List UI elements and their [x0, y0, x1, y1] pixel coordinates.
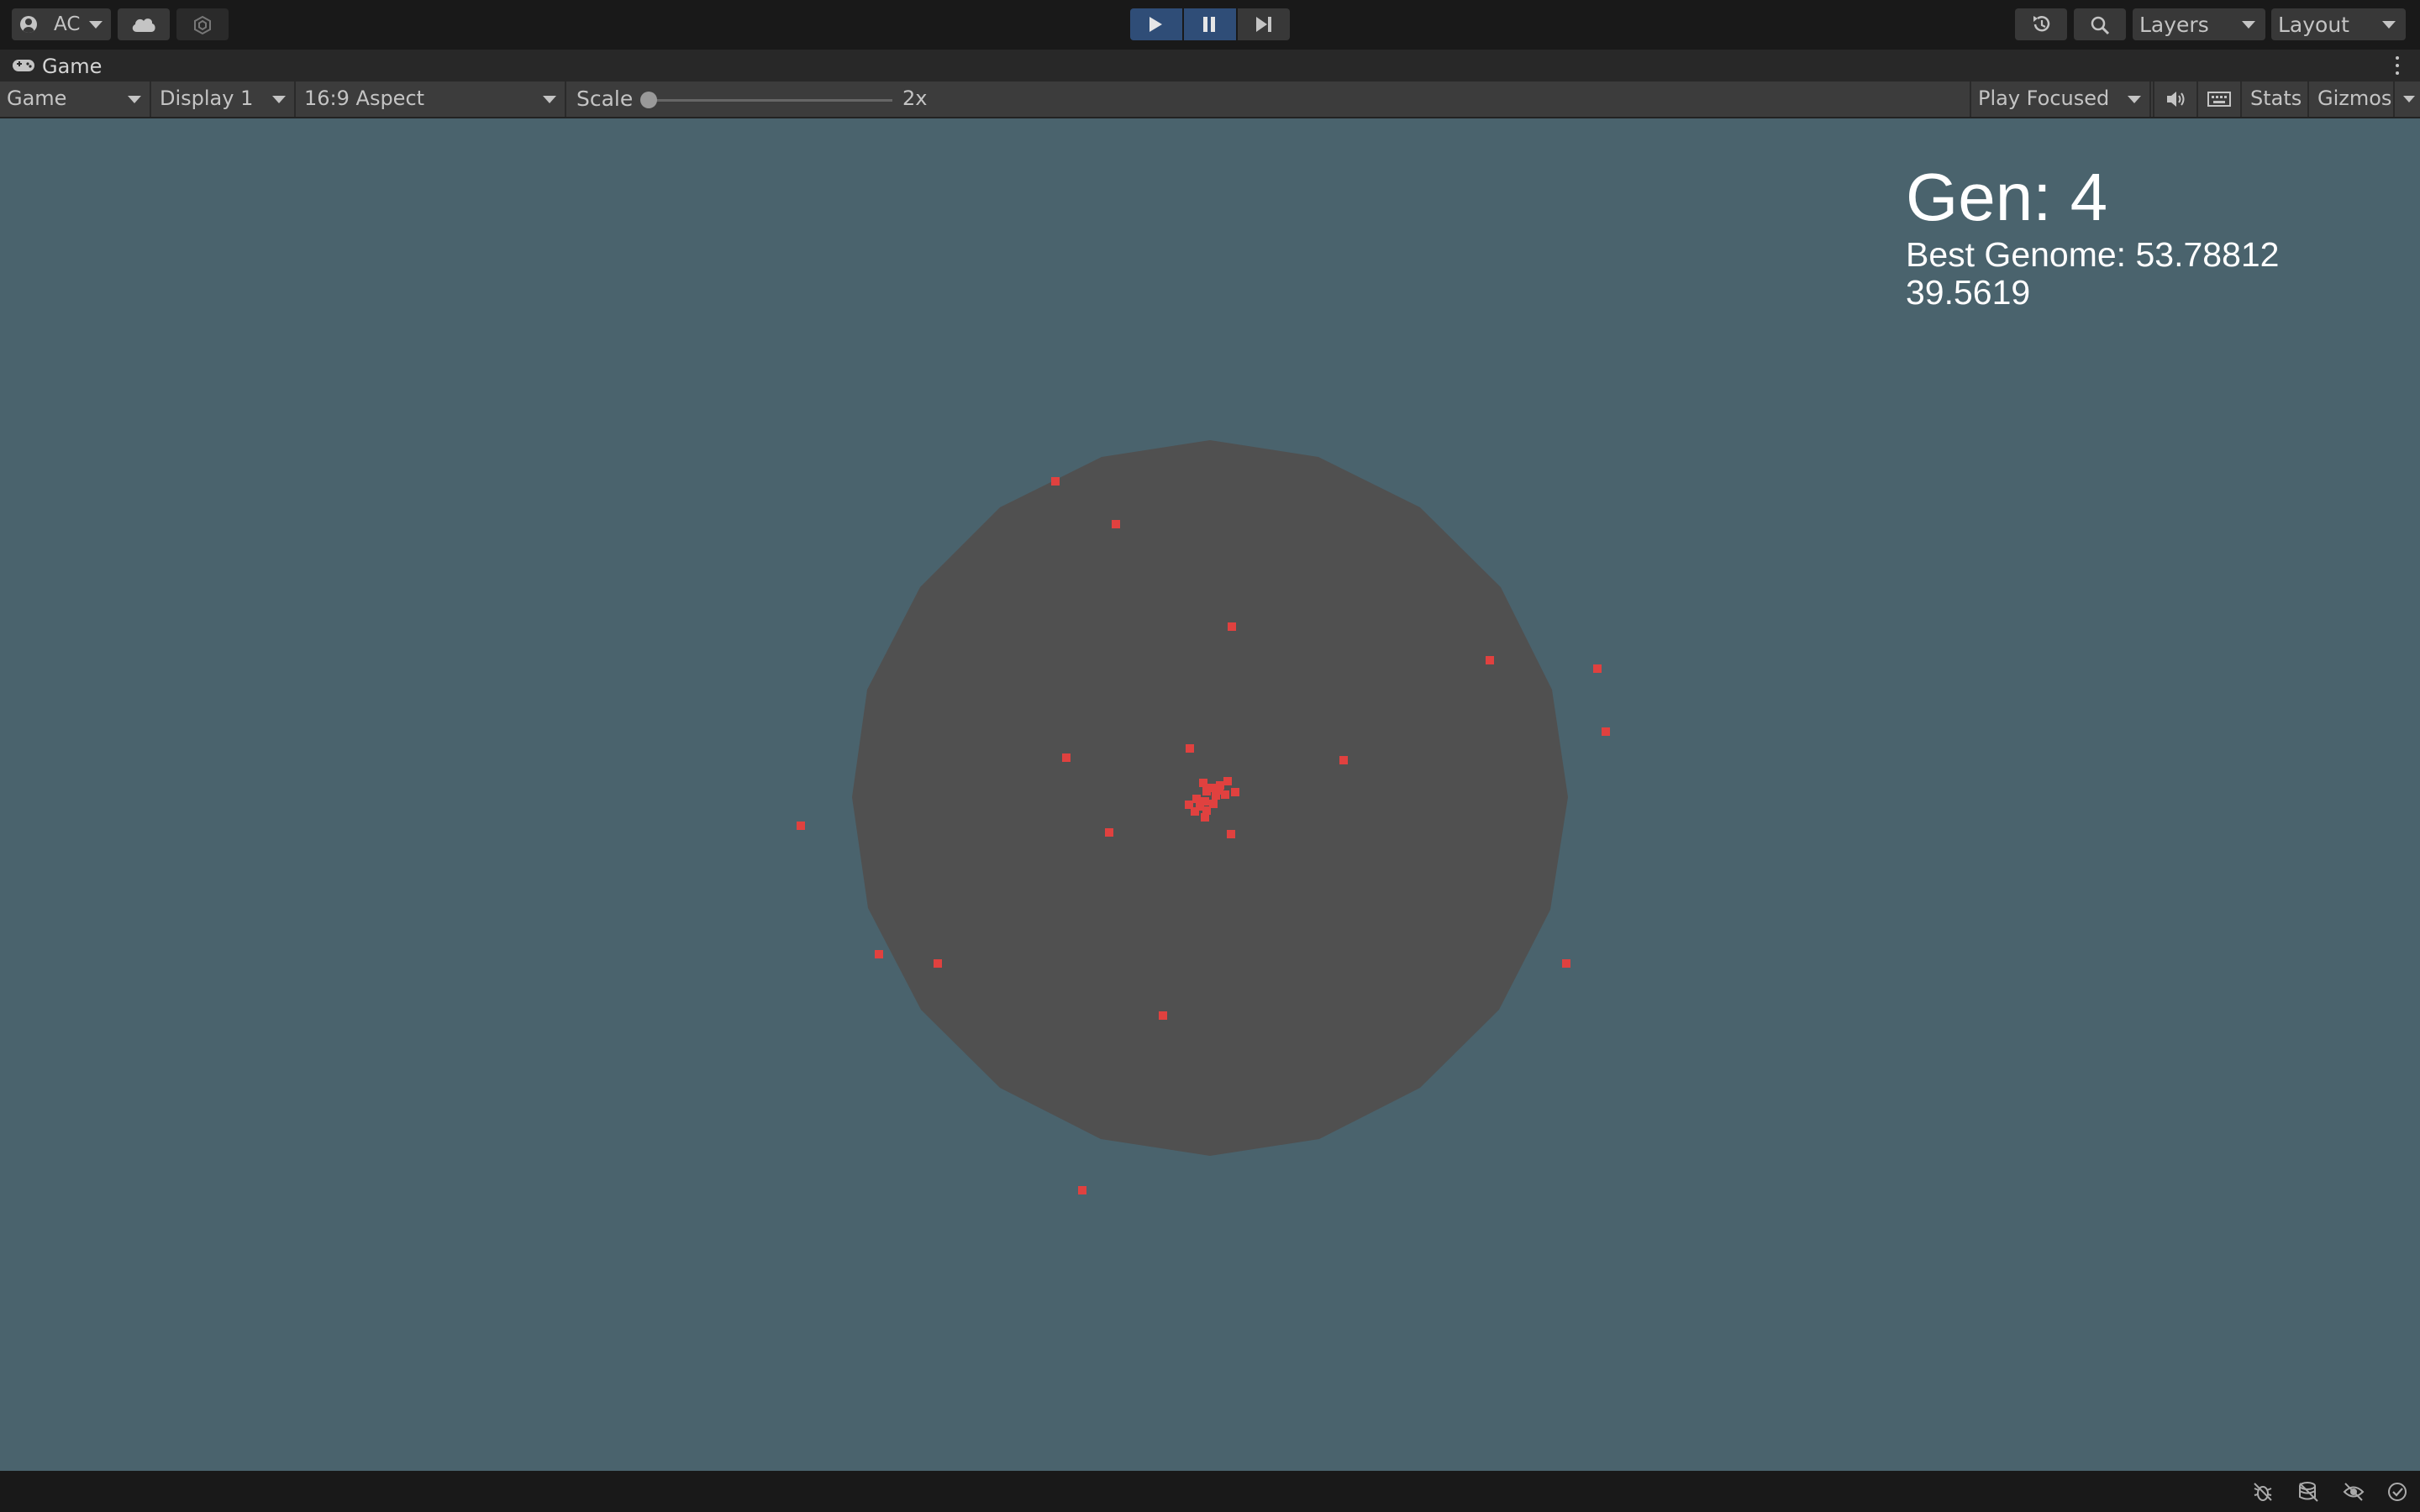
chevron-down-icon: [2403, 96, 2415, 102]
agent-marker: [1228, 622, 1236, 631]
tab-header: Game: [0, 50, 2420, 81]
agent-marker: [797, 822, 805, 830]
stats-button[interactable]: Stats: [2240, 81, 2307, 117]
arena-polygon: [852, 440, 1568, 1156]
scale-value: 2x: [902, 87, 928, 110]
play-button[interactable]: [1130, 8, 1182, 40]
cloud-button[interactable]: [118, 8, 170, 40]
scale-label: Scale: [576, 87, 634, 111]
layout-dropdown[interactable]: Layout: [2271, 8, 2406, 40]
game-viewport[interactable]: Gen: 4 Best Genome: 53.78812 39.5619: [0, 118, 2420, 1471]
view-mode-label: Game: [7, 87, 67, 110]
layers-label: Layers: [2139, 13, 2209, 37]
search-icon: [2091, 16, 2110, 35]
best-genome-label: Best Genome: 53.78812: [1906, 235, 2280, 274]
step-button[interactable]: [1238, 8, 1290, 40]
account-icon: [20, 16, 37, 33]
agent-marker: [1112, 520, 1120, 528]
play-mode-dropdown[interactable]: Play Focused: [1970, 81, 2151, 117]
agent-marker: [1105, 828, 1113, 837]
agent-marker: [875, 950, 883, 958]
agent-marker: [1051, 477, 1060, 486]
play-icon: [1150, 17, 1162, 32]
game-scene: [797, 440, 1610, 1194]
agent-marker: [1202, 787, 1211, 795]
current-fitness-label: 39.5619: [1906, 273, 2031, 312]
agent-marker: [1223, 777, 1232, 785]
undo-history-button[interactable]: [2015, 8, 2067, 40]
agent-marker: [1186, 744, 1194, 753]
agent-marker: [1339, 756, 1348, 764]
tab-title: Game: [42, 55, 103, 78]
playmode-controls: [1130, 8, 1290, 40]
agent-marker: [1062, 753, 1071, 762]
collab-button[interactable]: [176, 8, 229, 40]
agent-marker: [1199, 779, 1207, 787]
agent-marker: [1201, 813, 1209, 822]
chevron-down-icon: [2128, 96, 2141, 103]
view-mode-dropdown[interactable]: Game: [0, 81, 151, 117]
layers-dropdown[interactable]: Layers: [2133, 8, 2265, 40]
agent-marker: [1191, 807, 1199, 816]
pause-button[interactable]: [1184, 8, 1236, 40]
hud-overlay: Gen: 4 Best Genome: 53.78812 39.5619: [1906, 164, 2279, 312]
gizmos-button[interactable]: Gizmos: [2307, 81, 2420, 117]
agent-marker: [1562, 959, 1570, 968]
gizmos-label: Gizmos: [2317, 87, 2392, 110]
chevron-down-icon: [272, 96, 286, 103]
mute-audio-button[interactable]: [2153, 81, 2195, 117]
chevron-down-icon: [128, 96, 141, 103]
play-mode-label: Play Focused: [1978, 87, 2110, 110]
game-view-controls: Game Display 1 16:9 Aspect Play Focused: [0, 81, 2420, 118]
main-toolbar: AC Layers Layout: [0, 0, 2420, 50]
stats-label: Stats: [2250, 87, 2302, 110]
account-dropdown[interactable]: AC: [12, 8, 111, 40]
visibility-icon[interactable]: [2343, 1481, 2365, 1503]
agent-marker: [1593, 664, 1602, 673]
speaker-icon: [2167, 92, 2185, 107]
scale-slider-track[interactable]: [649, 99, 892, 102]
agent-marker: [934, 959, 942, 968]
agent-marker: [1486, 656, 1494, 664]
status-bar: [0, 1471, 2420, 1512]
scale-slider-thumb[interactable]: [640, 92, 657, 108]
agent-marker: [1231, 788, 1239, 796]
cloud-icon: [132, 18, 155, 32]
more-options-icon[interactable]: [2393, 55, 2402, 76]
collab-icon: [194, 15, 211, 35]
agent-marker: [1227, 830, 1235, 838]
chevron-down-icon: [2382, 21, 2396, 29]
agent-marker: [1215, 786, 1223, 795]
search-button[interactable]: [2074, 8, 2126, 40]
aspect-label: 16:9 Aspect: [304, 87, 425, 110]
aspect-dropdown[interactable]: 16:9 Aspect: [297, 81, 566, 117]
layout-label: Layout: [2278, 13, 2349, 37]
display-label: Display 1: [160, 87, 254, 110]
chevron-down-icon: [89, 21, 103, 29]
agent-marker: [1192, 795, 1201, 803]
account-label: AC: [54, 13, 81, 35]
chevron-down-icon: [2242, 21, 2255, 29]
keyboard-shortcuts-button[interactable]: [2196, 81, 2238, 117]
keyboard-icon: [2207, 92, 2231, 107]
chevron-down-icon: [543, 96, 556, 103]
agent-marker: [1078, 1186, 1086, 1194]
debug-icon[interactable]: [2252, 1481, 2274, 1503]
generation-label: Gen: 4: [1906, 160, 2108, 234]
check-circle-icon[interactable]: [2386, 1481, 2408, 1503]
display-dropdown[interactable]: Display 1: [153, 81, 296, 117]
agent-marker: [1159, 1011, 1167, 1020]
history-icon: [2033, 16, 2050, 32]
step-icon: [1256, 17, 1271, 32]
cache-icon[interactable]: [2297, 1481, 2319, 1503]
agent-marker: [1602, 727, 1610, 736]
gamepad-icon: [13, 60, 34, 71]
pause-icon: [1203, 17, 1215, 32]
